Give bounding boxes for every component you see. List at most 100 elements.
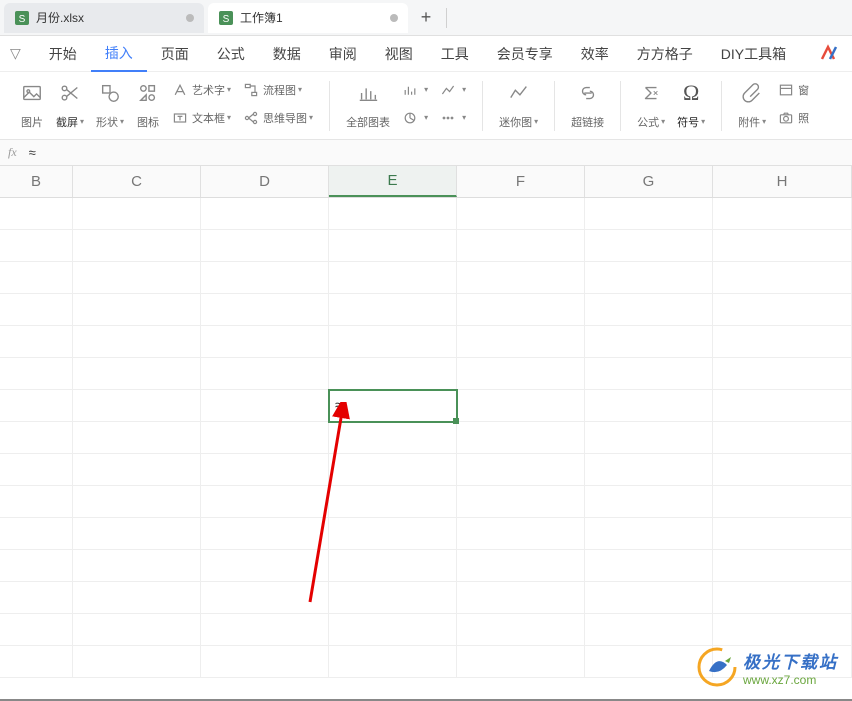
cell[interactable] <box>585 518 713 550</box>
cell[interactable] <box>585 294 713 326</box>
fx-label[interactable]: fx <box>8 145 17 160</box>
line-chart-button[interactable]: ▾ <box>438 80 468 100</box>
cell[interactable] <box>457 326 585 358</box>
attachment-button[interactable]: 附件▾ <box>732 76 772 132</box>
cell[interactable] <box>713 486 852 518</box>
cell[interactable] <box>713 422 852 454</box>
cell[interactable] <box>73 262 201 294</box>
cell[interactable] <box>201 646 329 678</box>
cell[interactable] <box>0 550 73 582</box>
cell[interactable] <box>73 230 201 262</box>
cell[interactable] <box>329 454 457 486</box>
cell[interactable] <box>73 550 201 582</box>
cell[interactable] <box>713 582 852 614</box>
cell[interactable] <box>201 390 329 422</box>
cell[interactable] <box>713 198 852 230</box>
shape-button[interactable]: 形状▾ <box>90 76 130 132</box>
cell[interactable] <box>201 326 329 358</box>
cell[interactable] <box>585 486 713 518</box>
menu-diytoolbox[interactable]: DIY工具箱 <box>707 36 800 72</box>
cell[interactable] <box>329 262 457 294</box>
cell[interactable] <box>457 294 585 326</box>
cell[interactable] <box>73 518 201 550</box>
bar-chart-button[interactable]: ▾ <box>400 80 430 100</box>
wordart-button[interactable]: 艺术字▾ <box>170 80 233 100</box>
cell[interactable] <box>713 358 852 390</box>
cell[interactable] <box>73 582 201 614</box>
cell[interactable] <box>73 198 201 230</box>
cell[interactable] <box>329 422 457 454</box>
cell[interactable] <box>201 294 329 326</box>
symbol-button[interactable]: Ω 符号▾ <box>671 76 711 132</box>
col-header-H[interactable]: H <box>713 166 852 197</box>
cell[interactable] <box>329 326 457 358</box>
insert-picture-button[interactable]: 图片 <box>14 76 50 132</box>
menu-vip[interactable]: 会员专享 <box>483 36 567 72</box>
cell[interactable] <box>73 326 201 358</box>
cell[interactable] <box>457 390 585 422</box>
cell[interactable] <box>201 582 329 614</box>
cell[interactable] <box>713 230 852 262</box>
col-header-C[interactable]: C <box>73 166 201 197</box>
cell[interactable] <box>585 582 713 614</box>
textbox-button[interactable]: 文本框▾ <box>170 108 233 128</box>
cell[interactable] <box>0 646 73 678</box>
cell[interactable] <box>457 198 585 230</box>
cell[interactable] <box>201 358 329 390</box>
cell[interactable] <box>329 518 457 550</box>
cell[interactable] <box>585 326 713 358</box>
cell[interactable] <box>457 486 585 518</box>
cell[interactable] <box>457 454 585 486</box>
cell[interactable] <box>201 518 329 550</box>
cell[interactable] <box>201 198 329 230</box>
cell[interactable] <box>585 646 713 678</box>
cell[interactable] <box>0 230 73 262</box>
cell[interactable] <box>713 614 852 646</box>
cell[interactable] <box>713 550 852 582</box>
cell[interactable] <box>73 454 201 486</box>
menu-review[interactable]: 审阅 <box>315 36 371 72</box>
menu-view[interactable]: 视图 <box>371 36 427 72</box>
cell[interactable] <box>73 390 201 422</box>
col-header-F[interactable]: F <box>457 166 585 197</box>
cell[interactable] <box>585 262 713 294</box>
screenshot-button[interactable]: 截屏▾ <box>50 76 90 132</box>
cell[interactable] <box>585 230 713 262</box>
cell[interactable] <box>457 422 585 454</box>
formula-value[interactable]: ≈ <box>29 145 36 160</box>
col-header-D[interactable]: D <box>201 166 329 197</box>
flowchart-button[interactable]: 流程图▾ <box>241 80 315 100</box>
menu-efficiency[interactable]: 效率 <box>567 36 623 72</box>
col-header-B[interactable]: B <box>0 166 73 197</box>
cell[interactable] <box>73 294 201 326</box>
cell[interactable] <box>713 262 852 294</box>
menu-start[interactable]: 开始 <box>35 36 91 72</box>
cell[interactable] <box>329 358 457 390</box>
cell[interactable] <box>329 486 457 518</box>
menu-filter-icon[interactable]: ▽ <box>10 45 21 62</box>
menu-tools[interactable]: 工具 <box>427 36 483 72</box>
menu-formula[interactable]: 公式 <box>203 36 259 72</box>
cell[interactable] <box>201 614 329 646</box>
cell[interactable] <box>0 326 73 358</box>
menu-insert[interactable]: 插入 <box>91 36 147 72</box>
hyperlink-button[interactable]: 超链接 <box>565 76 610 132</box>
cell[interactable] <box>73 486 201 518</box>
sparkline-button[interactable]: 迷你图▾ <box>493 76 544 132</box>
cell[interactable] <box>329 294 457 326</box>
cell[interactable] <box>73 358 201 390</box>
cell[interactable] <box>0 614 73 646</box>
col-header-E[interactable]: E <box>329 166 457 197</box>
cell[interactable] <box>0 358 73 390</box>
cell[interactable] <box>201 550 329 582</box>
cell[interactable] <box>713 390 852 422</box>
pie-chart-button[interactable]: ▾ <box>400 108 430 128</box>
cell[interactable] <box>713 294 852 326</box>
all-charts-button[interactable]: 全部图表 <box>340 76 396 132</box>
add-tab-button[interactable]: + <box>412 7 440 28</box>
cell[interactable] <box>0 518 73 550</box>
cell[interactable] <box>0 262 73 294</box>
cell[interactable] <box>329 198 457 230</box>
cell[interactable] <box>201 486 329 518</box>
cell[interactable] <box>73 422 201 454</box>
